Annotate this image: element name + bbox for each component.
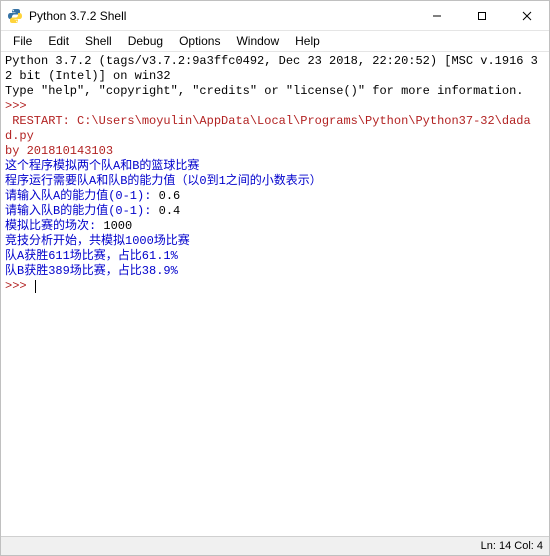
menu-debug[interactable]: Debug (120, 33, 171, 49)
input-value-b: 0.4 (159, 204, 181, 218)
cursor-position: Ln: 14 Col: 4 (481, 540, 543, 552)
by-line: by 201810143103 (5, 144, 113, 158)
input-value-matches: 1000 (103, 219, 132, 233)
input-prompt-b: 请输入队B的能力值(0-1): (5, 204, 159, 218)
menu-bar: File Edit Shell Debug Options Window Hel… (1, 31, 549, 52)
menu-edit[interactable]: Edit (40, 33, 77, 49)
output-line: 队B获胜389场比赛，占比38.9% (5, 264, 178, 278)
input-value-a: 0.6 (159, 189, 181, 203)
title-bar: Python 3.7.2 Shell (1, 1, 549, 31)
python-version-line: Python 3.7.2 (tags/v3.7.2:9a3ffc0492, De… (5, 54, 538, 83)
output-line: 竞技分析开始，共模拟1000场比赛 (5, 234, 190, 248)
window-title: Python 3.7.2 Shell (29, 9, 414, 23)
text-cursor (35, 280, 36, 293)
python-icon (7, 8, 23, 24)
menu-options[interactable]: Options (171, 33, 228, 49)
maximize-button[interactable] (459, 1, 504, 30)
window-controls (414, 1, 549, 30)
output-line: 队A获胜611场比赛，占比61.1% (5, 249, 178, 263)
menu-shell[interactable]: Shell (77, 33, 120, 49)
close-button[interactable] (504, 1, 549, 30)
prompt: >>> (5, 279, 34, 293)
console-output[interactable]: Python 3.7.2 (tags/v3.7.2:9a3ffc0492, De… (1, 52, 549, 536)
minimize-button[interactable] (414, 1, 459, 30)
menu-help[interactable]: Help (287, 33, 328, 49)
python-shell-window: Python 3.7.2 Shell File Edit Shell Debug… (0, 0, 550, 556)
input-prompt-a: 请输入队A的能力值(0-1): (5, 189, 159, 203)
input-prompt-matches: 模拟比赛的场次: (5, 219, 103, 233)
menu-file[interactable]: File (5, 33, 40, 49)
output-line: 程序运行需要队A和队B的能力值（以0到1之间的小数表示） (5, 174, 322, 188)
python-help-line: Type "help", "copyright", "credits" or "… (5, 84, 523, 98)
prompt: >>> (5, 99, 34, 113)
status-bar: Ln: 14 Col: 4 (1, 536, 549, 555)
menu-window[interactable]: Window (228, 33, 287, 49)
restart-line: RESTART: C:\Users\moyulin\AppData\Local\… (5, 114, 531, 143)
output-line: 这个程序模拟两个队A和B的篮球比赛 (5, 159, 199, 173)
